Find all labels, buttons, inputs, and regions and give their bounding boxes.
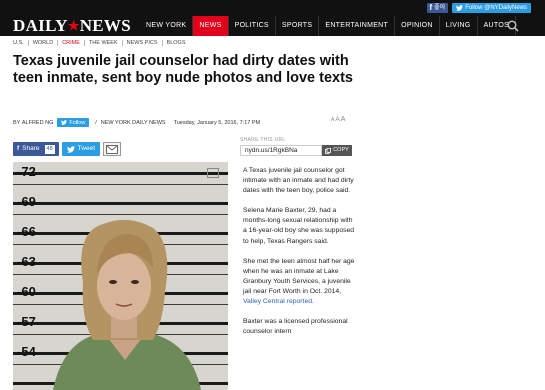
author-name[interactable]: ALFRED NG [22,120,53,126]
nav-items: NEW YORK NEWS POLITICS SPORTS ENTERTAINM… [140,16,517,36]
share-url-input[interactable]: nydn.us/1RgkBNa [240,145,322,156]
paragraph-4: Baxter was a licensed professional couns… [243,318,348,336]
search-icon[interactable] [507,20,519,32]
logo-star-icon: ★ [67,18,80,33]
twitter-bird-icon [456,5,464,11]
article-headline: Texas juvenile jail counselor had dirty … [13,53,353,86]
logo-text-left: DAILY [13,16,68,35]
facebook-icon: f [429,3,433,12]
article-photo: -72 -69 -66 -63 -60 -57 -54 [13,162,228,390]
nav-item-politics[interactable]: POLITICS [229,16,276,36]
twitter-follow-button[interactable]: Follow @NYDailyNews [452,3,531,13]
twitter-bird-icon [66,145,75,153]
copy-url-button[interactable]: COPY [322,145,352,156]
article-body: A Texas juvenile jail counselor got inti… [243,166,355,347]
top-bar: f 좋아 Follow @NYDailyNews [0,0,545,16]
subnav-item-news-pics[interactable]: NEWS PICS [127,40,163,46]
paragraph-3: She met the teen almost half her age whe… [243,257,355,306]
facebook-icon: f [17,145,20,152]
byline-prefix: BY [13,119,21,126]
copy-label: COPY [333,147,349,153]
facebook-share-label: Share [22,145,40,152]
twitter-bird-icon [61,120,68,125]
share-row: f Share 48 Tweet [13,142,121,156]
nav-item-opinion[interactable]: OPINION [395,16,440,36]
facebook-share-button[interactable]: f Share 48 [13,142,59,156]
font-size-large-button[interactable]: A [341,116,347,123]
facebook-like-label: 좋아 [434,5,446,11]
byline-separator: / [95,119,97,126]
daily-news-logo[interactable]: DAILY★NEWS [13,17,131,36]
expand-photo-icon[interactable] [207,168,219,178]
byline: BY ALFRED NG Follow / NEW YORK DAILY NEW… [13,118,260,127]
subnav-item-the-week[interactable]: THE WEEK [89,40,123,46]
nav-item-news[interactable]: NEWS [193,16,229,36]
nav-item-sports[interactable]: SPORTS [276,16,320,36]
nav-item-living[interactable]: LIVING [440,16,478,36]
person-figure [53,219,201,390]
nav-item-new-york[interactable]: NEW YORK [140,16,194,36]
nav-item-entertainment[interactable]: ENTERTAINMENT [319,16,396,36]
social-top: f 좋아 Follow @NYDailyNews [426,3,531,13]
valley-central-link[interactable]: Valley Central reported. [243,298,314,305]
share-url-label: SHARE THIS URL [240,137,286,143]
envelope-icon [106,144,118,154]
subnav-item-crime[interactable]: CRIME [62,40,85,46]
tweet-label: Tweet [77,145,95,152]
facebook-share-count: 48 [44,144,55,154]
publish-date: Tuesday, January 5, 2016, 7:17 PM [173,119,261,126]
facebook-like-button[interactable]: f 좋아 [426,3,449,13]
subnav-item-world[interactable]: WORLD [33,40,59,46]
email-share-button[interactable] [103,142,121,156]
follow-label: Follow [69,119,86,126]
subnav-item-blogs[interactable]: BLOGS [167,40,190,46]
twitter-tweet-button[interactable]: Tweet [61,142,100,156]
twitter-follow-label: Follow @NYDailyNews [465,5,527,11]
logo-text-right: NEWS [79,16,131,35]
author-follow-button[interactable]: Follow [57,118,90,127]
subnav-item-us[interactable]: U.S. [13,40,29,46]
sub-nav: U.S. WORLD CRIME THE WEEK NEWS PICS BLOG… [13,40,193,46]
copy-icon [325,147,332,154]
paragraph-1: A Texas juvenile jail counselor got inti… [243,167,354,195]
font-size-controls[interactable]: AAA [331,116,346,123]
main-navbar: DAILY★NEWS NEW YORK NEWS POLITICS SPORTS… [0,16,545,36]
publication-name: NEW YORK DAILY NEWS [100,119,166,126]
paragraph-2: Selena Marie Baxter, 29, had a months-lo… [243,207,355,245]
